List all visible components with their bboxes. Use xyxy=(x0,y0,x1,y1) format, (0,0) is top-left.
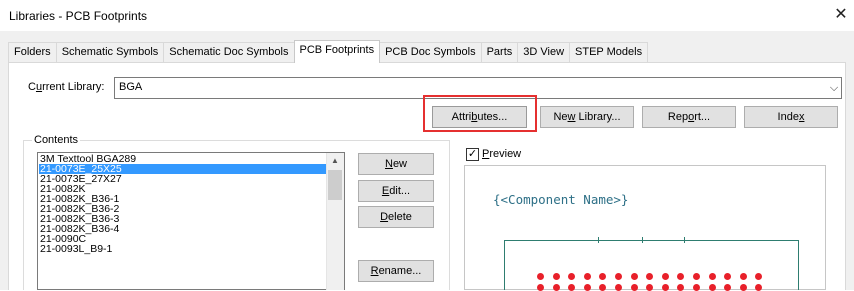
tab-pcb-footprints[interactable]: PCB Footprints xyxy=(293,40,381,63)
contents-label: Contents xyxy=(32,134,81,146)
pad xyxy=(693,273,700,280)
window-title: Libraries - PCB Footprints xyxy=(9,9,148,23)
tab-step-models[interactable]: STEP Models xyxy=(569,42,649,62)
pad xyxy=(739,273,747,280)
preview-label[interactable]: Preview xyxy=(482,148,521,160)
preview-checkbox[interactable]: ✓ xyxy=(466,148,479,161)
index-button[interactable]: Index xyxy=(744,106,838,128)
pad xyxy=(630,273,638,280)
current-library-label: Current Library: xyxy=(28,81,105,93)
tab-schematic-doc-symbols[interactable]: Schematic Doc Symbols xyxy=(163,42,295,62)
scroll-thumb[interactable] xyxy=(328,170,342,200)
pad xyxy=(583,273,591,280)
pad xyxy=(537,273,544,280)
footprint-outline xyxy=(504,240,799,290)
new-library-button[interactable]: New Library... xyxy=(540,106,634,128)
tab-parts[interactable]: Parts xyxy=(480,42,519,62)
close-icon[interactable]: ✕ xyxy=(832,5,850,25)
pad xyxy=(615,273,622,280)
tab-folders[interactable]: Folders xyxy=(8,42,57,62)
scroll-up-icon[interactable]: ▲ xyxy=(326,153,344,169)
outline-tick xyxy=(684,237,685,243)
rename-button[interactable]: Rename... xyxy=(358,260,434,282)
new-button[interactable]: New xyxy=(358,153,434,175)
delete-button[interactable]: Delete xyxy=(358,206,434,228)
chevron-down-icon[interactable]: ⌵ xyxy=(827,79,841,97)
tab-strip: Folders Schematic Symbols Schematic Doc … xyxy=(8,40,649,63)
pad xyxy=(552,273,560,280)
tab-3d-view[interactable]: 3D View xyxy=(517,42,571,62)
outline-tick xyxy=(598,237,599,243)
pad xyxy=(661,273,669,280)
current-library-value: BGA xyxy=(119,81,143,93)
attributes-highlight-box xyxy=(423,95,537,132)
outline-tick xyxy=(642,237,643,243)
edit-button[interactable]: Edit... xyxy=(358,180,434,202)
tab-pcb-doc-symbols[interactable]: PCB Doc Symbols xyxy=(379,42,482,62)
list-item[interactable]: 21-0093L_B9-1 xyxy=(39,244,112,255)
pad xyxy=(708,273,716,280)
component-name-text: {<Component Name>} xyxy=(493,192,629,207)
report-button[interactable]: Report... xyxy=(642,106,736,128)
tab-schematic-symbols[interactable]: Schematic Symbols xyxy=(55,42,165,62)
